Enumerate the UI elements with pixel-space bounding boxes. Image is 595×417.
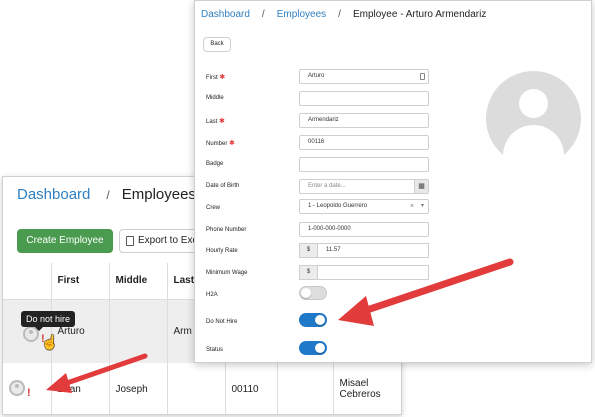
minimum-wage-field[interactable] bbox=[317, 265, 429, 280]
toggle-knob bbox=[301, 288, 311, 298]
toggle-knob bbox=[315, 315, 325, 325]
crew-label: Crew bbox=[206, 205, 221, 211]
h2a-toggle[interactable] bbox=[299, 286, 327, 300]
badge-field[interactable] bbox=[299, 157, 429, 172]
number-label-text: Number bbox=[206, 141, 228, 147]
export-file-icon bbox=[126, 236, 134, 246]
cell-first: Brian bbox=[51, 363, 110, 414]
breadcrumb-separator: / bbox=[338, 9, 341, 20]
id-card-icon bbox=[420, 73, 425, 80]
chevron-down-icon[interactable]: ▾ bbox=[421, 200, 424, 213]
date-of-birth-field[interactable]: Enter a date... ▦ bbox=[299, 179, 429, 194]
first-label: First ✱ bbox=[206, 73, 225, 81]
first-label-text: First bbox=[206, 75, 218, 81]
breadcrumb: Dashboard / Employees / Employee - Arturo Ar… bbox=[201, 9, 486, 20]
user-placeholder-icon bbox=[486, 71, 581, 166]
hourly-rate-label: Hourly Rate bbox=[206, 248, 238, 254]
clear-icon[interactable]: × bbox=[410, 200, 414, 213]
minimum-wage-label: Minimum Wage bbox=[206, 270, 248, 276]
do-not-hire-label: Do Not Hire bbox=[206, 319, 238, 325]
avatar-head-shape bbox=[519, 89, 548, 118]
breadcrumb-separator: / bbox=[106, 188, 110, 202]
screenshot-stage: Dashboard / Employees Create Employee Expo… bbox=[0, 0, 595, 417]
status-label: Status bbox=[206, 347, 224, 353]
cell-number: 00110 bbox=[225, 363, 278, 414]
hourly-rate-field[interactable]: 11.57 bbox=[317, 243, 429, 258]
do-not-hire-warning-icon[interactable]: ! bbox=[27, 387, 31, 399]
dob-label: Date of Birth bbox=[206, 183, 240, 189]
cell-first: Arturo bbox=[51, 299, 110, 363]
pointer-hand-icon: ☝ bbox=[41, 334, 59, 350]
last-name-field[interactable]: Armendariz bbox=[299, 113, 429, 128]
breadcrumb-employees: Employees bbox=[121, 186, 196, 203]
row-icon-cell: ! bbox=[3, 363, 52, 414]
cell-middle bbox=[109, 299, 168, 363]
h2a-label: H2A bbox=[206, 292, 218, 298]
dob-placeholder: Enter a date... bbox=[308, 183, 346, 189]
status-toggle[interactable] bbox=[299, 341, 327, 355]
create-employee-button[interactable]: Create Employee bbox=[17, 229, 113, 253]
toggle-knob bbox=[315, 343, 325, 353]
number-field[interactable]: 00116 bbox=[299, 135, 429, 150]
calendar-icon[interactable]: ▦ bbox=[414, 180, 428, 193]
middle-name-field[interactable] bbox=[299, 91, 429, 106]
breadcrumb-dashboard-link[interactable]: Dashboard bbox=[201, 9, 250, 20]
cell-5 bbox=[277, 363, 334, 414]
avatar-body-shape bbox=[503, 125, 564, 166]
required-icon: ✱ bbox=[219, 118, 225, 125]
last-label-text: Last bbox=[206, 119, 218, 125]
breadcrumb-separator: / bbox=[261, 9, 265, 20]
table-row[interactable]: ! Brian Joseph 00110 Misael Cebreros bbox=[3, 363, 401, 414]
do-not-hire-tooltip: Do not hire bbox=[21, 311, 76, 331]
breadcrumb: Dashboard / Employees bbox=[17, 186, 196, 203]
breadcrumb-employees-link[interactable]: Employees bbox=[277, 9, 326, 20]
required-icon: ✱ bbox=[229, 140, 235, 147]
last-label: Last ✱ bbox=[206, 117, 225, 125]
do-not-hire-toggle[interactable] bbox=[299, 313, 327, 327]
crew-select[interactable]: 1 - Leopoldo Guerrero × ▾ bbox=[299, 199, 429, 214]
breadcrumb-current: Employee - Arturo Armendariz bbox=[352, 9, 487, 20]
first-name-value: Arturo bbox=[308, 73, 325, 79]
column-header-middle[interactable]: Middle bbox=[109, 263, 168, 300]
phone-number-field[interactable]: 1-000-000-0000 bbox=[299, 222, 429, 237]
required-icon: ✱ bbox=[219, 74, 226, 81]
badge-label: Badge bbox=[206, 161, 224, 167]
column-header-first[interactable]: First bbox=[51, 263, 110, 300]
export-button-label: Export to Exc bbox=[138, 235, 198, 246]
middle-label: Middle bbox=[206, 95, 224, 101]
avatar-icon bbox=[9, 379, 25, 396]
cell-middle: Joseph bbox=[109, 363, 168, 414]
employee-detail-window: Dashboard / Employees / Employee - Arturo Ar… bbox=[194, 0, 592, 363]
number-label: Number ✱ bbox=[206, 139, 235, 147]
dollar-prefix: $ bbox=[299, 243, 317, 258]
cell-last bbox=[167, 363, 226, 414]
column-header-icon bbox=[3, 263, 52, 300]
dollar-prefix: $ bbox=[299, 265, 317, 280]
cell-crew: Misael Cebreros bbox=[333, 363, 401, 414]
breadcrumb-dashboard-link[interactable]: Dashboard bbox=[17, 186, 90, 203]
phone-label: Phone Number bbox=[206, 227, 247, 233]
back-button[interactable]: Back bbox=[203, 37, 231, 52]
crew-value: 1 - Leopoldo Guerrero bbox=[308, 203, 368, 209]
first-name-field[interactable]: Arturo bbox=[299, 69, 429, 84]
